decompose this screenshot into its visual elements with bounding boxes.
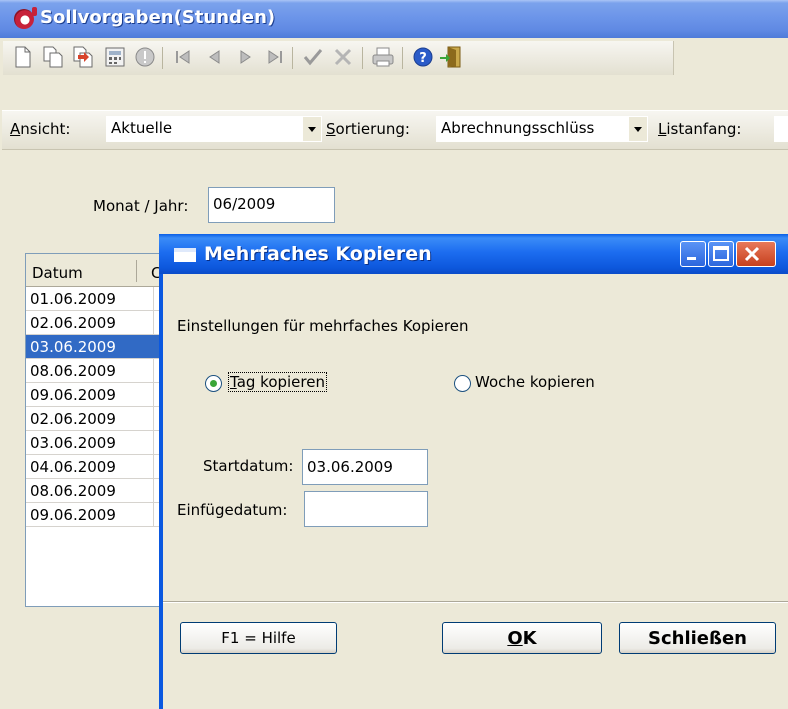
cell-divider [153,479,154,502]
table-row[interactable]: 09.06.2009 [26,383,166,407]
cell-divider [153,407,154,430]
table-row[interactable]: 03.06.2009 [26,335,166,359]
table-row[interactable]: 01.06.2009 [26,287,166,311]
insert-date-field[interactable] [304,491,428,527]
cell-divider [153,335,154,358]
help-button-label: F1 = Hilfe [221,629,296,647]
last-record-icon[interactable] [262,44,288,70]
close-window-button[interactable] [736,241,776,267]
ok-button[interactable]: OK [442,622,602,654]
dialog-title: Mehrfaches Kopieren [204,243,432,265]
print-icon[interactable] [370,44,396,70]
table-row[interactable]: 02.06.2009 [26,407,166,431]
row-date: 03.06.2009 [30,338,116,356]
previous-record-icon[interactable] [202,44,228,70]
row-date: 02.06.2009 [30,314,116,332]
data-grid[interactable]: Datum C 01.06.2009 02.06.2009 03.06.2009 08… [25,253,167,607]
help-button[interactable]: F1 = Hilfe [180,622,337,654]
calculator-icon[interactable] [102,44,128,70]
row-date: 09.06.2009 [30,506,116,524]
radio-woche-kopieren[interactable] [454,375,471,392]
dialog-heading: Einstellungen für mehrfaches Kopieren [177,317,469,335]
next-record-icon[interactable] [232,44,258,70]
help-icon[interactable]: ? [410,44,436,70]
close-button-label: Schließen [648,627,747,649]
toolbar-separator [162,47,163,69]
svg-text:?: ? [419,51,427,66]
start-date-label: Startdatum: [203,457,294,475]
row-date: 08.06.2009 [30,482,116,500]
dialog-title-bar[interactable]: Mehrfaches Kopieren [159,234,788,274]
start-date-field[interactable]: 03.06.2009 [302,449,428,485]
chevron-down-icon[interactable] [629,117,647,141]
radio-woche-kopieren-label[interactable]: Woche kopieren [475,373,595,391]
toolbar-separator [402,47,403,69]
chevron-down-icon[interactable] [303,117,321,141]
table-row[interactable]: 03.06.2009 [26,431,166,455]
divider-highlight [163,602,788,603]
table-row[interactable]: 02.06.2009 [26,311,166,335]
cell-divider [153,359,154,382]
row-date: 09.06.2009 [30,386,116,404]
sort-select-value: Abrechnungsschlüss [441,119,595,137]
table-row[interactable]: 08.06.2009 [26,479,166,503]
list-start-input[interactable] [774,116,788,142]
row-date: 08.06.2009 [30,362,116,380]
minimize-icon [687,257,696,260]
table-row[interactable]: 04.06.2009 [26,455,166,479]
app-icon [14,7,37,29]
sort-select[interactable]: Abrechnungsschlüss [436,116,648,142]
row-date: 04.06.2009 [30,458,116,476]
view-select-value: Aktuelle [111,119,173,137]
sort-label: Sortierung: [326,120,410,138]
month-year-value: 06/2009 [213,195,276,213]
dialog-body: Einstellungen für mehrfaches Kopieren Ta… [163,274,788,709]
grid-header: Datum C [26,254,166,287]
view-label: Ansicht: [10,120,71,138]
row-date: 01.06.2009 [30,290,116,308]
maximize-button[interactable] [708,241,734,267]
table-row[interactable]: 08.06.2009 [26,359,166,383]
column-header-datum[interactable]: Datum [32,264,83,282]
exit-icon[interactable] [438,44,464,70]
close-button[interactable]: Schließen [619,622,776,654]
cell-divider [153,311,154,334]
window-title: Sollvorgaben(Stunden) [40,7,276,28]
row-date: 03.06.2009 [30,434,116,452]
filter-bar: Ansicht: Aktuelle Sortierung: Abrechnung… [0,108,788,152]
info-icon[interactable] [132,44,158,70]
main-title-bar[interactable]: Sollvorgaben(Stunden) [0,0,788,38]
month-year-label: Monat / Jahr: [93,197,189,215]
toolbar: ? [0,38,788,78]
cell-divider [153,503,154,526]
window-icon [174,248,196,262]
cell-divider [153,287,154,310]
list-start-label: Listanfang: [658,120,742,138]
column-divider[interactable] [136,260,137,282]
copy-multiple-icon[interactable] [70,44,96,70]
insert-date-label: Einfügedatum: [177,501,288,519]
minimize-button[interactable] [680,241,706,267]
cell-divider [153,431,154,454]
ok-button-label: OK [507,627,537,649]
start-date-value: 03.06.2009 [307,458,393,476]
radio-tag-kopieren[interactable] [205,375,222,392]
cell-divider [153,383,154,406]
toolbar-separator [292,47,293,69]
cell-divider [153,455,154,478]
toolbar-separator [362,47,363,69]
close-icon [744,246,760,262]
row-date: 02.06.2009 [30,410,116,428]
month-year-field[interactable]: 06/2009 [208,187,335,223]
view-select[interactable]: Aktuelle [106,116,322,142]
copy-icon[interactable] [40,44,66,70]
cancel-icon[interactable] [330,44,356,70]
table-row[interactable]: 09.06.2009 [26,503,166,527]
copy-dialog: Mehrfaches Kopieren Einstellungen für me… [159,234,788,709]
new-icon[interactable] [10,44,36,70]
first-record-icon[interactable] [170,44,196,70]
radio-tag-kopieren-label[interactable]: Tag kopieren [228,372,327,392]
maximize-icon [713,246,729,261]
confirm-icon[interactable] [300,44,326,70]
